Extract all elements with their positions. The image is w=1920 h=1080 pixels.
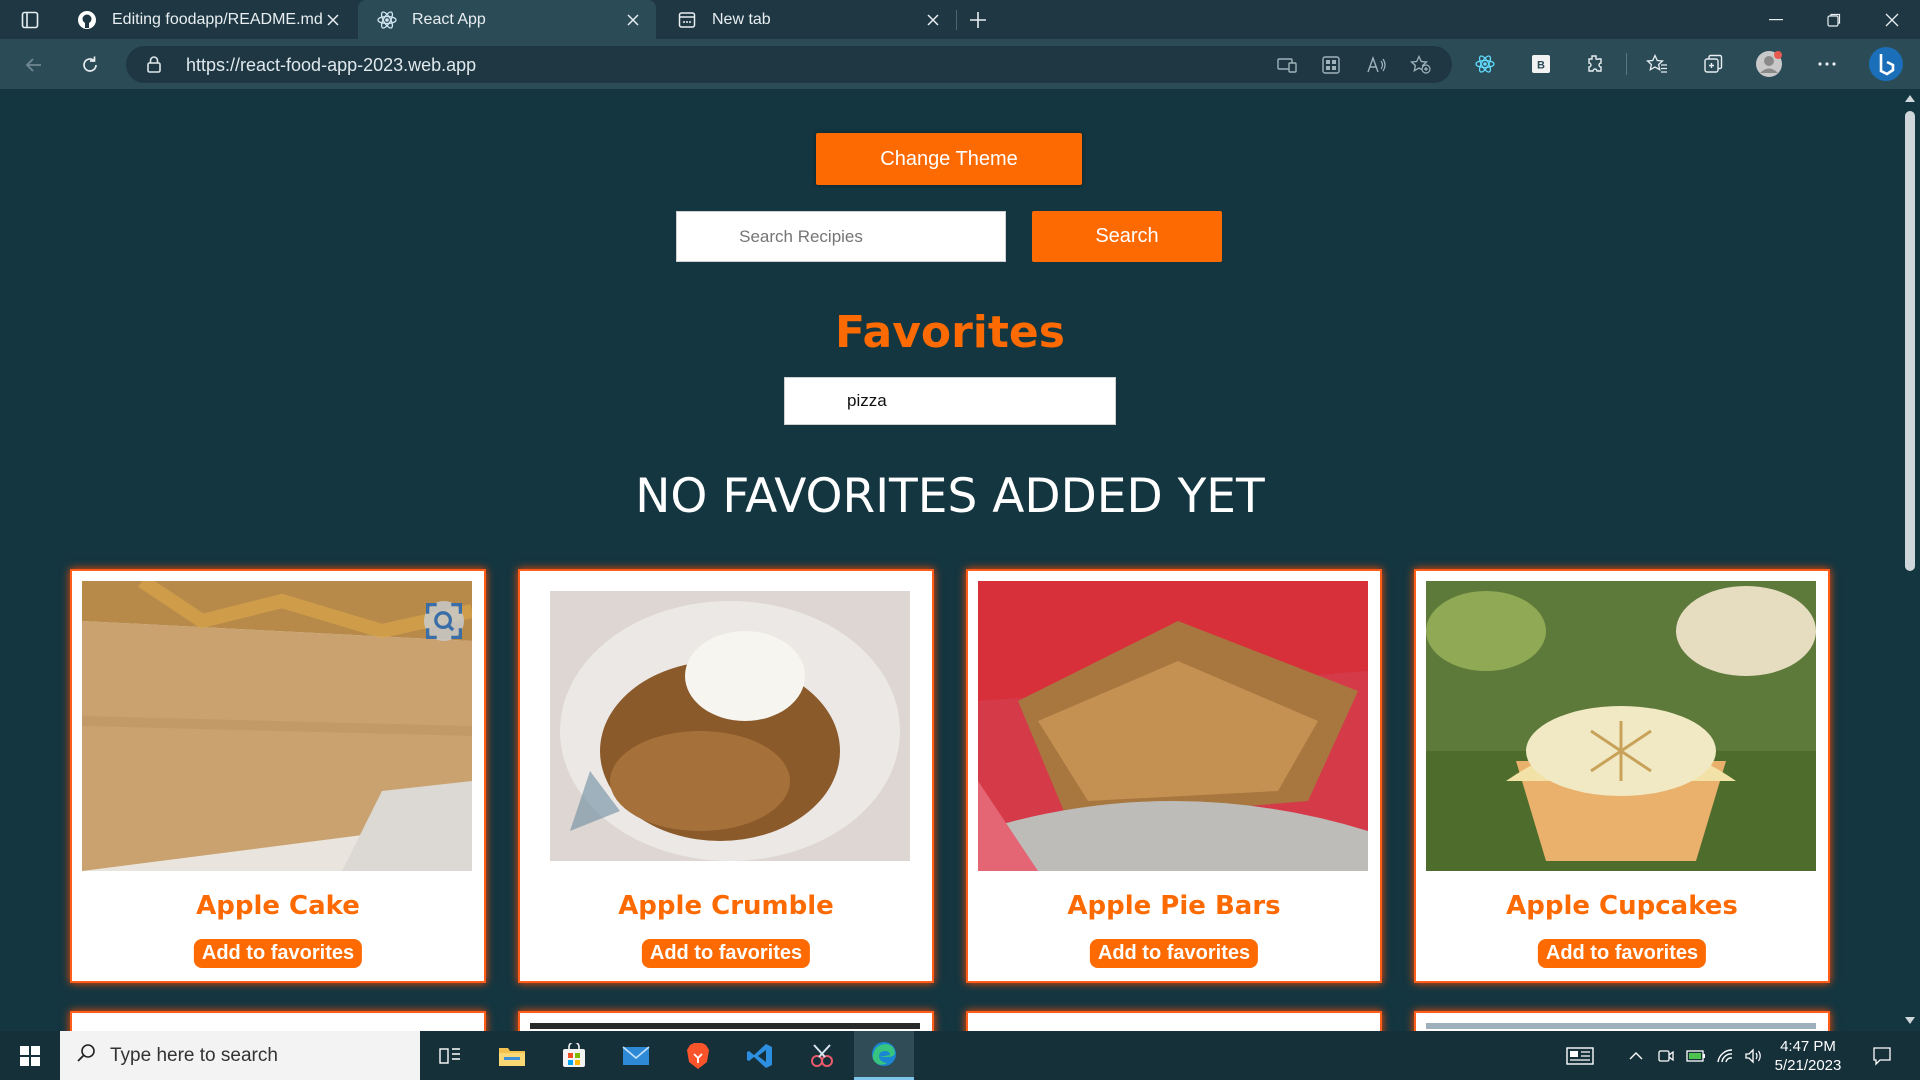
add-to-favorites-button[interactable]: Add to favorites (193, 939, 363, 968)
browser-toolbar: https://react-food-app-2023.web.app B (0, 39, 1920, 89)
recipe-image[interactable] (1426, 581, 1816, 871)
recipe-card-partial (518, 1011, 934, 1031)
favorites-filter-value: pizza (847, 391, 887, 410)
recipe-image-partial (530, 1023, 920, 1029)
recipe-image-partial (1426, 1023, 1816, 1029)
search-button[interactable]: Search (1032, 211, 1222, 262)
bing-b-extension-icon[interactable]: B (1526, 49, 1556, 79)
extension-apps-icon[interactable] (1318, 54, 1344, 76)
toolbar-divider (1626, 53, 1627, 75)
extensions-icon[interactable] (1580, 49, 1610, 79)
windows-taskbar: Type here to search 4:47 PM 5/21/2023 (0, 1031, 1920, 1080)
snipping-tool-icon[interactable] (792, 1031, 852, 1080)
recipe-card: Apple Cake Add to favorites (70, 569, 486, 983)
tab-github-readme[interactable]: Editing foodapp/README.md at (58, 0, 356, 39)
clock-time: 4:47 PM (1780, 1038, 1836, 1055)
tab-react-app[interactable]: React App (358, 0, 656, 39)
lock-icon[interactable] (146, 55, 162, 78)
recipe-card-partial (70, 1011, 486, 1031)
refresh-icon[interactable] (74, 49, 106, 81)
minimize-icon[interactable] (1748, 0, 1804, 39)
close-tab-icon[interactable] (924, 11, 942, 29)
microsoft-store-icon[interactable] (544, 1031, 604, 1080)
close-window-icon[interactable] (1864, 0, 1920, 39)
battery-icon[interactable] (1682, 1031, 1710, 1080)
svg-text:B: B (1537, 60, 1545, 72)
scroll-down-icon[interactable] (1905, 1017, 1915, 1024)
recipe-name: Apple Cupcakes (1506, 891, 1738, 921)
scrollbar-thumb[interactable] (1905, 111, 1915, 571)
close-tab-icon[interactable] (624, 11, 642, 29)
favorites-filter-input[interactable]: pizza (784, 377, 1116, 425)
change-theme-button[interactable]: Change Theme (816, 133, 1082, 185)
tab-new-tab[interactable]: New tab (658, 0, 956, 39)
taskbar-search-box[interactable]: Type here to search (60, 1031, 420, 1080)
page-viewport: Change Theme Search Favorites pizza NO F… (0, 89, 1900, 1031)
brave-browser-icon[interactable] (668, 1031, 728, 1080)
recipe-image[interactable] (530, 581, 920, 871)
read-aloud-icon[interactable] (1364, 54, 1390, 76)
recipe-name: Apple Crumble (618, 891, 834, 921)
notifications-icon[interactable] (1862, 1031, 1902, 1080)
recipe-card-partial (966, 1011, 1382, 1031)
page-scrollbar[interactable] (1900, 89, 1920, 1031)
profile-avatar-icon[interactable] (1754, 49, 1784, 79)
empty-favorites-message: NO FAVORITES ADDED YET (635, 469, 1265, 524)
vscode-icon[interactable] (730, 1031, 790, 1080)
add-to-favorites-button[interactable]: Add to favorites (1089, 939, 1259, 968)
collections-icon[interactable] (1698, 49, 1728, 79)
browser-tab-strip: Editing foodapp/README.md at React App N… (0, 0, 1920, 39)
recipe-card-partial (1414, 1011, 1830, 1031)
recipe-image[interactable] (978, 581, 1368, 871)
tab-label: Editing foodapp/README.md at (112, 10, 327, 28)
taskbar-clock[interactable]: 4:47 PM 5/21/2023 (1760, 1037, 1856, 1075)
recipe-name: Apple Pie Bars (1067, 891, 1281, 921)
tab-label: New tab (712, 10, 771, 28)
recipe-image[interactable] (82, 581, 472, 871)
taskbar-search-placeholder: Type here to search (110, 1044, 278, 1066)
favorites-heading: Favorites (835, 307, 1065, 358)
recipe-card: Apple Crumble Add to favorites (518, 569, 934, 983)
tab-divider (956, 10, 957, 30)
newtab-icon (676, 9, 698, 31)
recipe-card: Apple Pie Bars Add to favorites (966, 569, 1382, 983)
search-icon (76, 1043, 96, 1068)
file-explorer-icon[interactable] (482, 1031, 542, 1080)
restore-icon[interactable] (1806, 0, 1862, 39)
bing-chat-icon[interactable] (1868, 46, 1904, 82)
recipe-name: Apple Cake (196, 891, 360, 921)
address-bar[interactable]: https://react-food-app-2023.web.app (126, 46, 1452, 83)
react-icon (376, 9, 398, 31)
back-arrow-icon[interactable] (18, 49, 50, 81)
news-widget-icon[interactable] (1560, 1031, 1600, 1080)
more-options-icon[interactable] (1812, 49, 1842, 79)
windows-start-icon[interactable] (0, 1031, 60, 1080)
task-view-icon[interactable] (420, 1031, 480, 1080)
tab-label: React App (412, 10, 486, 28)
visual-search-icon[interactable] (424, 601, 464, 641)
mail-icon[interactable] (606, 1031, 666, 1080)
url-text: https://react-food-app-2023.web.app (186, 55, 477, 75)
add-favorite-icon[interactable] (1408, 54, 1434, 76)
react-devtools-icon[interactable] (1470, 49, 1500, 79)
favorites-icon[interactable] (1642, 49, 1672, 79)
search-recipes-input[interactable] (676, 211, 1006, 262)
tab-actions-icon[interactable] (14, 8, 46, 32)
github-icon (76, 9, 98, 31)
clock-date: 5/21/2023 (1774, 1057, 1842, 1074)
app-available-icon[interactable] (1274, 54, 1300, 76)
edge-browser-icon[interactable] (854, 1031, 914, 1080)
chevron-up-icon[interactable] (1622, 1031, 1650, 1080)
meet-now-icon[interactable] (1652, 1031, 1680, 1080)
wifi-icon[interactable] (1712, 1031, 1740, 1080)
close-tab-icon[interactable] (324, 11, 342, 29)
scroll-up-icon[interactable] (1905, 95, 1915, 102)
add-to-favorites-button[interactable]: Add to favorites (641, 939, 811, 968)
recipe-card: Apple Cupcakes Add to favorites (1414, 569, 1830, 983)
new-tab-button[interactable] (964, 6, 992, 34)
add-to-favorites-button[interactable]: Add to favorites (1537, 939, 1707, 968)
